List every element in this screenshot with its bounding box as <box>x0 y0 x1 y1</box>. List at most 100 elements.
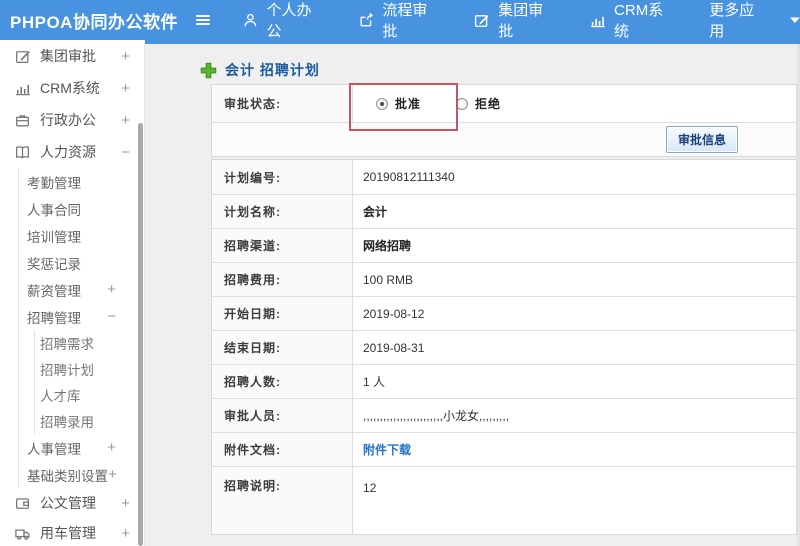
radio-reject-label: 拒绝 <box>475 97 502 111</box>
expand-plus-icon: + <box>107 439 116 456</box>
end-date-value: 2019-08-31 <box>363 340 425 355</box>
sidebar-item-recruit-hire[interactable]: 招聘录用 <box>35 408 144 434</box>
nav-item-label: CRM系统 <box>614 2 664 40</box>
expand-plus-icon: + <box>121 524 130 542</box>
start-date-value: 2019-08-12 <box>363 306 425 321</box>
approval-status-row: 审批状态: 批准 拒绝 <box>212 85 796 122</box>
truck-icon <box>15 528 30 540</box>
sidebar-item-talent-pool[interactable]: 人才库 <box>35 382 144 408</box>
recruit-submenu: 招聘需求 招聘计划 人才库 招聘录用 <box>34 330 144 434</box>
sidebar-item-group-approval[interactable]: 集团审批 + <box>0 40 144 72</box>
collapse-minus-icon: − <box>121 143 130 161</box>
approval-info-button[interactable]: 审批信息 <box>665 126 738 153</box>
expand-plus-icon: + <box>108 466 117 483</box>
approval-status-label: 审批状态: <box>212 85 353 122</box>
sidebar-item-personnel-mgmt[interactable]: 人事管理 + <box>19 434 144 461</box>
collapse-minus-icon: − <box>107 308 116 325</box>
main-nav: 个人办公 流程审批 集团审批 CRM系统 更多应用 <box>242 0 800 41</box>
table-row-start-date: 开始日期: 2019-08-12 <box>212 296 796 330</box>
sidebar-item-admin-office[interactable]: 行政办公 + <box>0 104 144 136</box>
nav-item-group-approval[interactable]: 集团审批 <box>473 0 557 41</box>
sidebar-item-salary[interactable]: 薪资管理 + <box>19 276 144 303</box>
nav-item-label: 个人办公 <box>266 2 312 40</box>
approval-status-table: 审批状态: 批准 拒绝 审批信息 <box>211 84 797 157</box>
top-navbar: PHPOA协同办公软件 个人办公 流程审批 集团审批 CRM系统 更多应用 <box>0 0 800 40</box>
sidebar-scrollbar-thumb[interactable] <box>138 123 143 546</box>
sidebar-item-label: 人力资源 <box>40 144 96 160</box>
sidebar-item-rewards[interactable]: 奖惩记录 <box>19 249 144 276</box>
bar-chart-icon <box>591 16 606 27</box>
document-icon <box>16 497 29 509</box>
edit-square-icon <box>16 50 30 63</box>
book-icon <box>16 145 29 158</box>
sidebar-item-recruit-mgmt[interactable]: 招聘管理 − <box>19 303 144 330</box>
nav-item-crm[interactable]: CRM系统 <box>589 0 677 41</box>
recruit-channel-value: 网络招聘 <box>363 239 412 253</box>
approval-status-options: 批准 拒绝 <box>353 85 796 122</box>
sidebar-item-label: 行政办公 <box>40 112 96 128</box>
edit-icon <box>475 14 489 27</box>
table-row-plan-name: 计划名称: 会计 <box>212 194 796 228</box>
sidebar-item-attendance[interactable]: 考勤管理 <box>19 168 144 195</box>
sidebar-item-label: 用车管理 <box>40 525 96 541</box>
sidebar-item-base-category[interactable]: 基础类别设置 + <box>19 461 144 488</box>
nav-item-personal-office[interactable]: 个人办公 <box>242 0 326 41</box>
sidebar-item-label: 公文管理 <box>40 495 96 511</box>
approvers-value: ,,,,,,,,,,,,,,,,,,,,,,,,小龙女,,,,,,,,, <box>363 409 510 423</box>
nav-item-label: 更多应用 <box>709 2 755 40</box>
app-window: PHPOA协同办公软件 个人办公 流程审批 集团审批 CRM系统 更多应用 集团… <box>0 0 800 546</box>
expand-plus-icon: + <box>107 281 116 298</box>
table-row-plan-number: 计划编号: 20190812111340 <box>212 160 796 194</box>
expand-plus-icon: + <box>121 47 130 65</box>
sidebar-item-hr-contract[interactable]: 人事合同 <box>19 195 144 222</box>
approval-button-row: 审批信息 <box>212 122 796 156</box>
hamburger-icon <box>195 15 210 25</box>
add-plus-icon[interactable] <box>200 62 217 79</box>
plan-name-value: 会计 <box>363 205 388 219</box>
nav-item-label: 集团审批 <box>498 2 544 40</box>
radio-approve-label: 批准 <box>395 97 422 111</box>
table-row-description: 招聘说明: 1 2 <box>212 466 796 534</box>
briefcase-icon <box>16 114 29 126</box>
radio-reject-control[interactable] <box>456 97 469 110</box>
sidebar-item-label: 集团审批 <box>40 48 96 64</box>
sidebar-item-training[interactable]: 培训管理 <box>19 222 144 249</box>
attachment-download-link[interactable]: 附件下载 <box>363 441 411 458</box>
hamburger-menu-button[interactable] <box>190 12 216 28</box>
sidebar-item-doc-mgmt[interactable]: 公文管理 + <box>0 488 144 518</box>
radio-approve-control[interactable] <box>376 97 388 110</box>
process-icon <box>360 12 373 26</box>
app-title: PHPOA协同办公软件 <box>10 12 178 32</box>
plan-number-value: 20190812111340 <box>363 170 455 184</box>
sidebar-item-crm[interactable]: CRM系统 + <box>0 72 144 104</box>
user-icon <box>244 13 257 26</box>
page-title: 会计 招聘计划 <box>145 44 800 84</box>
nav-item-process-approval[interactable]: 流程审批 <box>358 0 442 41</box>
table-row-end-date: 结束日期: 2019-08-31 <box>212 330 796 364</box>
recruit-cost-value: 100 RMB <box>363 272 414 287</box>
table-row-approvers: 审批人员: ,,,,,,,,,,,,,,,,,,,,,,,,小龙女,,,,,,,… <box>212 398 796 432</box>
sidebar: 集团审批 + CRM系统 + 行政办公 + 人力资源 − 考勤管理 人事合同 培… <box>0 40 145 546</box>
headcount-value: 1 人 <box>363 375 386 389</box>
caret-down-icon <box>790 17 800 23</box>
expand-plus-icon: + <box>121 494 130 512</box>
expand-plus-icon: + <box>121 79 130 97</box>
table-row-recruit-channel: 招聘渠道: 网络招聘 <box>212 228 796 262</box>
nav-item-label: 流程审批 <box>382 2 428 40</box>
sidebar-item-recruit-demand[interactable]: 招聘需求 <box>35 330 144 356</box>
main-panel: 会计 招聘计划 审批状态: 批准 拒绝 审批信息 计划编号: 201908121… <box>145 40 800 546</box>
nav-item-more-apps[interactable]: 更多应用 <box>709 0 800 41</box>
plan-detail-table: 计划编号: 20190812111340 计划名称: 会计 招聘渠道: 网络招聘… <box>211 159 797 535</box>
sidebar-item-hr[interactable]: 人力资源 − <box>0 136 144 168</box>
page-title-text: 会计 招聘计划 <box>225 62 320 78</box>
sidebar-item-vehicle-mgmt[interactable]: 用车管理 + <box>0 518 144 546</box>
recruit-description-value: 1 2 <box>363 481 377 495</box>
sidebar-item-recruit-plan[interactable]: 招聘计划 <box>35 356 144 382</box>
bar-chart-icon <box>16 84 30 95</box>
sidebar-item-label: CRM系统 <box>40 80 100 96</box>
radio-reject[interactable]: 拒绝 <box>456 95 501 112</box>
table-row-headcount: 招聘人数: 1 人 <box>212 364 796 398</box>
hr-submenu: 考勤管理 人事合同 培训管理 奖惩记录 薪资管理 + 招聘管理 − 招聘需求 招聘计… <box>18 168 144 488</box>
expand-plus-icon: + <box>121 111 130 129</box>
radio-approve[interactable]: 批准 <box>376 95 421 112</box>
